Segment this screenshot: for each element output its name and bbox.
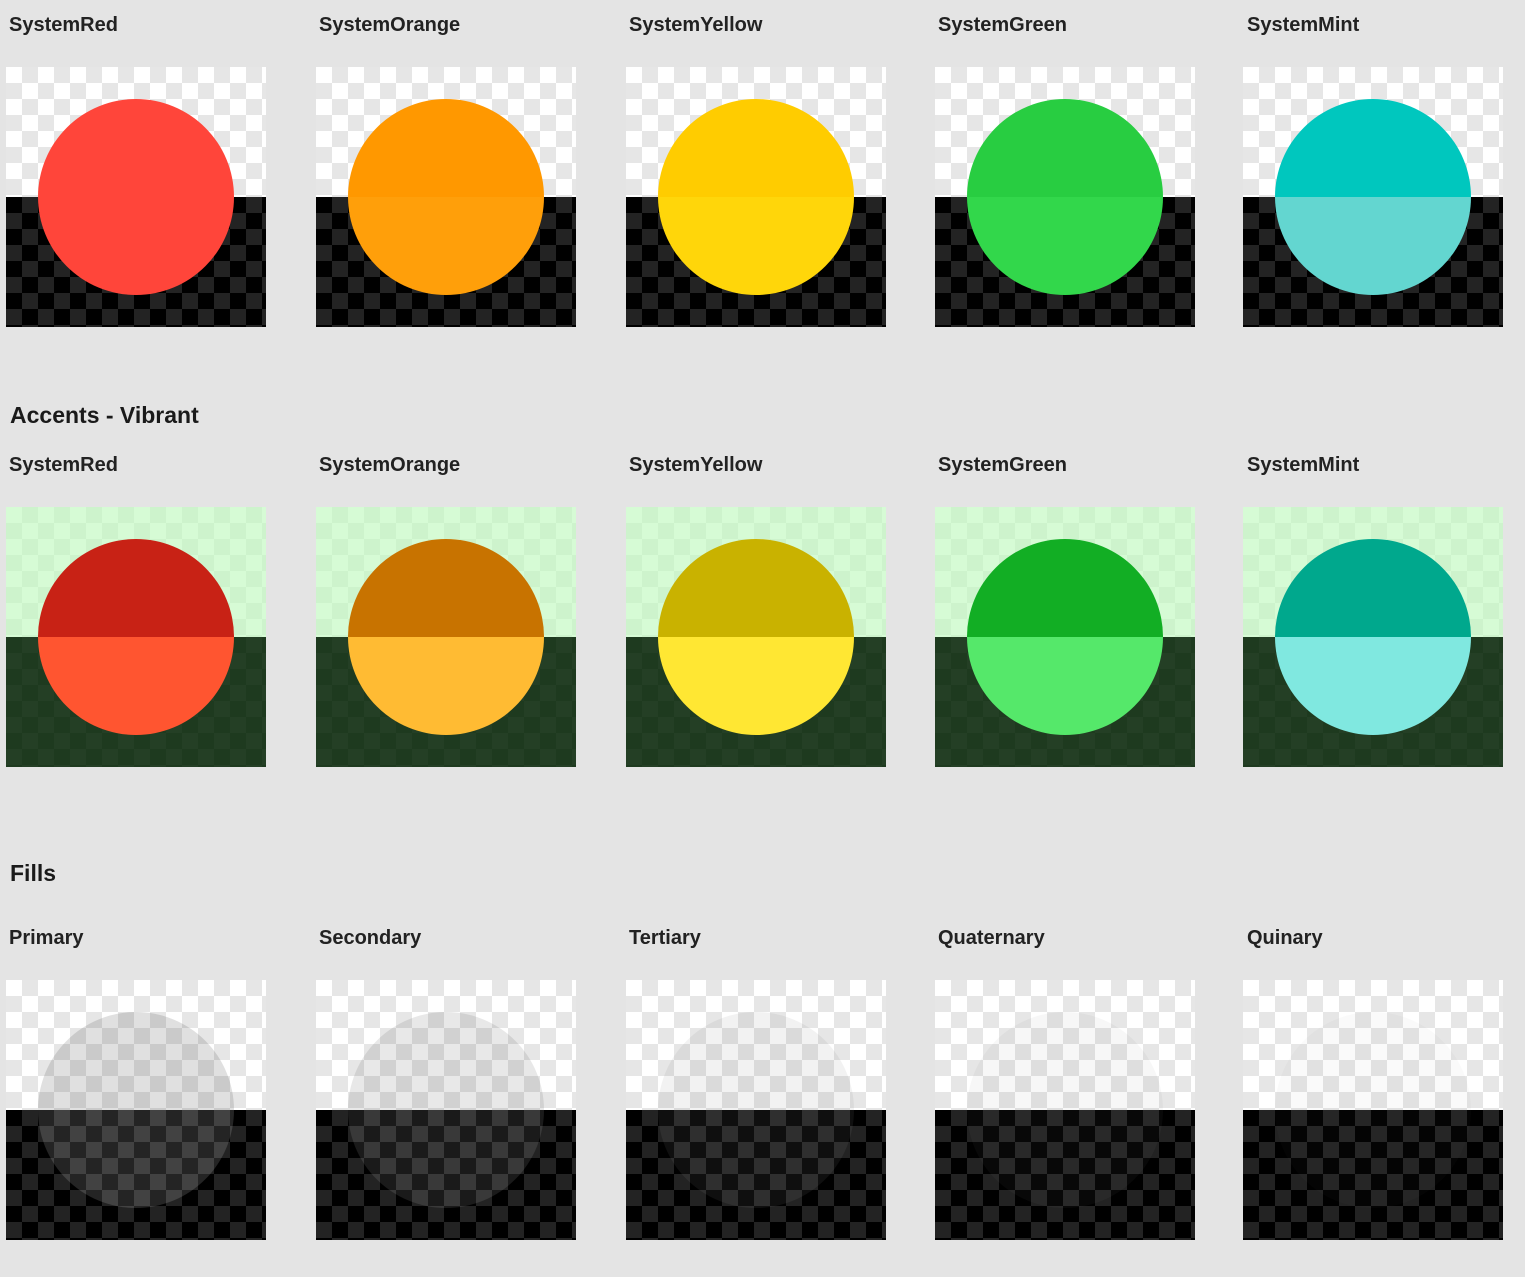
swatch-tile-systemyellow [626, 507, 886, 767]
swatch-label: Primary [9, 927, 84, 949]
swatch-label: SystemGreen [938, 14, 1067, 36]
section-title: Fills [10, 860, 57, 886]
swatch-label: Secondary [319, 927, 422, 949]
swatch-label: Quaternary [938, 927, 1045, 949]
swatch-label: SystemGreen [938, 454, 1067, 476]
swatch-label: Tertiary [629, 927, 701, 949]
swatch-label: SystemMint [1247, 14, 1360, 36]
swatch-label: SystemYellow [629, 14, 763, 36]
swatch-tile-systemorange [316, 507, 576, 767]
swatch-tile-systemyellow [626, 67, 886, 327]
swatch-label: SystemMint [1247, 454, 1360, 476]
swatch-tile-secondary [316, 980, 576, 1240]
swatch-label: SystemOrange [319, 454, 461, 476]
swatch-tile-quinary [1243, 980, 1503, 1240]
swatch-tile-systemmint [1243, 67, 1503, 327]
swatch-tile-tertiary [626, 980, 886, 1240]
swatch-label: SystemRed [9, 454, 118, 476]
swatch-label: SystemRed [9, 14, 118, 36]
swatch-tile-primary [6, 980, 266, 1240]
swatch-label: SystemYellow [629, 454, 763, 476]
swatch-tile-systemgreen [935, 507, 1195, 767]
swatch-tile-quaternary [935, 980, 1195, 1240]
swatch-tile-systemmint [1243, 507, 1503, 767]
swatch-tile-systemorange [316, 67, 576, 327]
swatch-label: SystemOrange [319, 14, 461, 36]
section-title: Accents - Vibrant [10, 402, 199, 428]
swatch-tile-systemgreen [935, 67, 1195, 327]
swatch-label: Quinary [1247, 927, 1323, 949]
swatch-tile-systemred [6, 67, 266, 327]
swatch-tile-systemred [6, 507, 266, 767]
